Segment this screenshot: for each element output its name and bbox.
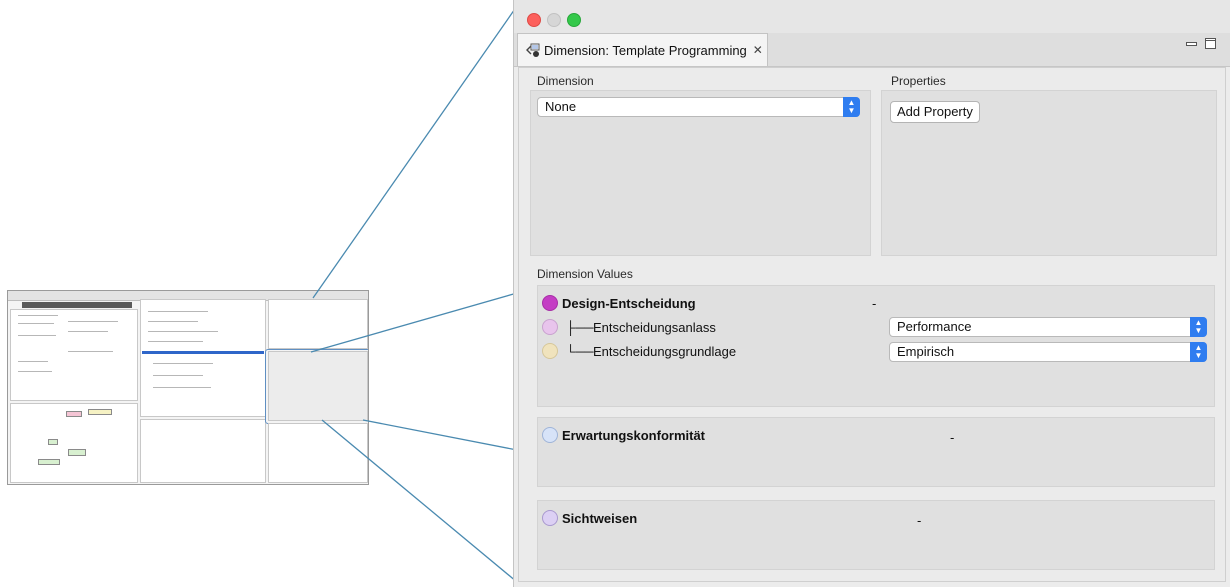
thumbnail-graph-node — [88, 409, 112, 415]
thumbnail-table-pane — [268, 423, 368, 483]
dimension-value-group-design-entscheidung: Design-Entscheidung - ├── Entscheidungsa… — [537, 285, 1215, 407]
chevron-updown-icon: ▲ ▼ — [843, 97, 860, 117]
chevron-updown-icon: ▲ ▼ — [1190, 317, 1207, 337]
window-titlebar — [514, 0, 1230, 33]
dimension-editor-content: Dimension None ▲ ▼ Properties Add Propert… — [518, 67, 1226, 582]
color-swatch[interactable] — [542, 343, 558, 359]
close-icon[interactable]: ✕ — [753, 43, 763, 57]
minimize-window-button[interactable] — [547, 13, 561, 27]
properties-label: Properties — [891, 74, 946, 88]
dimension-subvalue-name: Entscheidungsanlass — [593, 320, 716, 335]
tree-branch-glyph: └── — [566, 344, 594, 359]
color-swatch[interactable] — [542, 319, 558, 335]
thumbnail-list-pane — [140, 419, 266, 483]
ide-overview-thumbnail — [7, 290, 369, 485]
thumbnail-graph-node — [48, 439, 58, 445]
tab-title: Dimension: Template Programming — [544, 42, 747, 58]
dimension-value-name: Sichtweisen — [562, 511, 638, 526]
close-window-button[interactable] — [527, 13, 541, 27]
thumbnail-graph-node — [38, 459, 60, 465]
dimension-values-label: Dimension Values — [537, 267, 633, 281]
dimension-value-name: Design-Entscheidung — [562, 296, 696, 311]
dimension-select[interactable]: None ▲ ▼ — [537, 97, 860, 117]
properties-panel: Add Property — [881, 90, 1217, 256]
thumbnail-selection-highlight — [142, 351, 264, 354]
tree-branch-glyph: ├── — [566, 320, 594, 335]
dimension-subvalue-name: Entscheidungsgrundlage — [593, 344, 737, 359]
select-value: Performance — [897, 319, 972, 334]
thumbnail-tree-pane — [140, 299, 266, 417]
color-swatch[interactable] — [542, 510, 558, 526]
entscheidungsgrundlage-select[interactable]: Empirisch ▲ ▼ — [889, 342, 1207, 362]
dimension-value-group-sichtweisen: Sichtweisen - — [537, 500, 1215, 570]
dimension-panel: None ▲ ▼ — [530, 90, 871, 256]
zoom-window-button[interactable] — [567, 13, 581, 27]
dimension-value-value: - — [917, 513, 922, 528]
color-swatch[interactable] — [542, 427, 558, 443]
thumbnail-graph-node — [66, 411, 82, 417]
thumbnail-analysis-pane — [268, 299, 368, 349]
thumbnail-graph-node — [68, 449, 86, 456]
select-value: Empirisch — [897, 344, 955, 359]
dimension-value-value: - — [950, 430, 955, 445]
editor-tab-bar: Dimension: Template Programming ✕ — [514, 33, 1230, 67]
chevron-updown-icon: ▲ ▼ — [1190, 342, 1207, 362]
dimension-label: Dimension — [537, 74, 594, 88]
dimension-value-value: - — [872, 296, 877, 311]
entscheidungsanlass-select[interactable]: Performance ▲ ▼ — [889, 317, 1207, 337]
dimension-selected-value: None — [545, 99, 577, 114]
dimension-editor-window: Dimension: Template Programming ✕ Dimens… — [513, 0, 1230, 587]
thumbnail-zoom-region — [265, 349, 368, 424]
dimension-value-group-erwartungskonformitaet: Erwartungskonformität - — [537, 417, 1215, 487]
dimension-value-name: Erwartungskonformität — [562, 428, 706, 443]
add-property-button[interactable]: Add Property — [890, 101, 980, 123]
tab-dimension-template-programming[interactable]: Dimension: Template Programming ✕ — [517, 33, 768, 66]
maximize-icon[interactable] — [1205, 38, 1216, 52]
dimension-icon — [526, 43, 540, 57]
minimize-icon[interactable] — [1186, 37, 1197, 51]
thumbnail-slide-header — [22, 302, 132, 308]
color-swatch[interactable] — [542, 295, 558, 311]
